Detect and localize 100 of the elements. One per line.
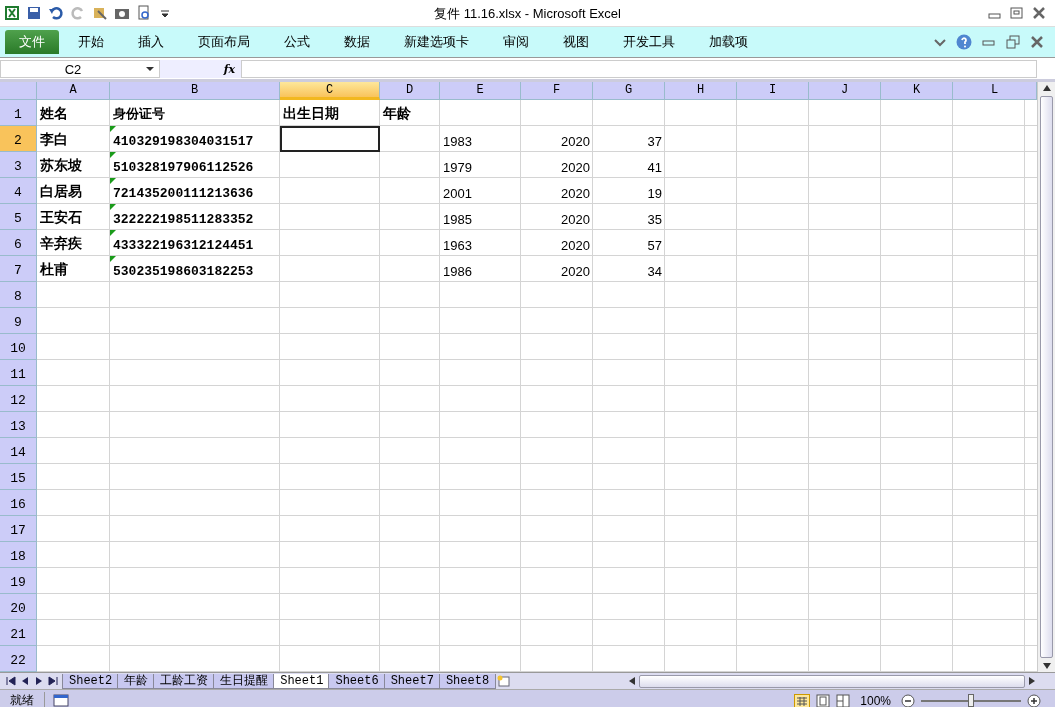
table-cell: 57 [647,238,662,253]
last-sheet-icon[interactable] [48,676,58,686]
table-cell: 2020 [561,134,590,149]
table-cell: 2020 [561,160,590,175]
help-icon[interactable] [956,34,973,50]
column-header[interactable]: C [280,82,380,100]
insert-function-button[interactable]: fx [223,62,235,76]
ribbon-tab[interactable]: 公式 [269,30,325,54]
row-header[interactable]: 16 [0,490,37,516]
row-header[interactable]: 10 [0,334,37,360]
restore-icon[interactable] [1005,34,1021,50]
table-cell: 2020 [561,186,590,201]
sheet-tab[interactable]: Sheet7 [383,673,441,689]
row-header[interactable]: 2 [0,126,37,152]
scroll-left-icon[interactable] [627,676,637,686]
table-cell: 杜甫 [40,261,68,279]
row-header[interactable]: 11 [0,360,37,386]
table-cell: 出生日期 [283,105,339,123]
formula-input[interactable] [241,60,1037,78]
table-cell: 2020 [561,264,590,279]
save-icon[interactable] [26,5,42,21]
file-tab[interactable]: 文件 [5,30,59,54]
ribbon-tab[interactable]: 开始 [63,30,119,54]
table-cell: 530235198603182253 [113,264,254,279]
first-sheet-icon[interactable] [6,676,16,686]
sheet-tab[interactable]: Sheet8 [438,673,497,689]
column-header[interactable]: E [440,82,521,100]
horizontal-scrollbar[interactable] [627,674,1037,688]
name-box[interactable]: C2 [0,60,160,78]
row-header[interactable]: 18 [0,542,37,568]
zoom-out-icon[interactable] [901,693,915,707]
row-header[interactable]: 19 [0,568,37,594]
zoom-level[interactable]: 100% [860,693,891,707]
row-header[interactable]: 9 [0,308,37,334]
excel-logo-icon[interactable] [4,5,20,21]
table-cell: 王安石 [40,209,82,227]
row-header[interactable]: 17 [0,516,37,542]
page-layout-icon[interactable] [816,693,831,707]
maximize-icon[interactable] [1009,5,1025,21]
column-header[interactable]: K [881,82,953,100]
macro-record-icon[interactable] [53,693,69,707]
undo-icon[interactable] [48,5,64,21]
column-header[interactable]: G [593,82,665,100]
column-header[interactable]: I [737,82,809,100]
row-header[interactable]: 1 [0,100,37,126]
active-cell[interactable] [280,126,380,152]
ribbon-tab[interactable]: 视图 [548,30,604,54]
ribbon-tab[interactable]: 数据 [329,30,385,54]
normal-view-icon[interactable] [794,693,811,707]
row-header[interactable]: 3 [0,152,37,178]
tools-icon[interactable] [92,5,108,21]
row-header[interactable]: 21 [0,620,37,646]
row-header[interactable]: 13 [0,412,37,438]
column-header[interactable]: J [809,82,881,100]
ribbon-tab[interactable]: 开发工具 [608,30,690,54]
ribbon-tab[interactable]: 审阅 [488,30,544,54]
column-header[interactable]: A [37,82,110,100]
table-cell: 1979 [443,160,472,175]
row-header[interactable]: 14 [0,438,37,464]
table-cell: 19 [647,186,662,201]
column-header[interactable]: B [110,82,280,100]
close-icon[interactable] [1031,5,1047,21]
row-header[interactable]: 4 [0,178,37,204]
column-header[interactable]: L [953,82,1037,100]
print-preview-icon[interactable] [136,5,152,21]
sheet-tab[interactable]: 年龄 [117,673,156,689]
ribbon-tab[interactable]: 页面布局 [183,30,265,54]
table-cell: 410329198304031517 [113,134,254,149]
zoom-slider-thumb[interactable] [968,693,974,707]
sheet-tab[interactable]: 生日提醒 [213,673,276,689]
sheet-tab[interactable]: 工龄工资 [153,673,216,689]
sheet-tab[interactable]: Sheet2 [62,673,120,689]
sheet-tab[interactable]: Sheet1 [273,673,331,689]
row-header[interactable]: 12 [0,386,37,412]
table-cell: 李白 [40,131,68,149]
row-header[interactable]: 20 [0,594,37,620]
table-cell: 1986 [443,264,472,279]
ribbon-tab[interactable]: 加载项 [694,30,763,54]
vertical-scrollbar[interactable] [1037,82,1055,672]
row-header[interactable]: 22 [0,646,37,672]
row-header[interactable]: 7 [0,256,37,282]
sheet-tab[interactable]: Sheet6 [328,673,386,689]
row-header[interactable]: 5 [0,204,37,230]
next-sheet-icon[interactable] [34,676,44,686]
scroll-right-icon[interactable] [1027,676,1037,686]
page-break-icon[interactable] [836,693,851,707]
ribbon-tab[interactable]: 插入 [123,30,179,54]
zoom-in-icon[interactable] [1027,693,1041,707]
column-header[interactable]: F [521,82,593,100]
ribbon-tab[interactable]: 新建选项卡 [389,30,484,54]
previous-sheet-icon[interactable] [20,676,30,686]
row-header[interactable]: 8 [0,282,37,308]
row-header[interactable]: 15 [0,464,37,490]
table-cell: 1985 [443,212,472,227]
column-header[interactable]: D [380,82,440,100]
close-icon[interactable] [1029,34,1045,50]
column-header[interactable]: H [665,82,737,100]
row-header[interactable]: 6 [0,230,37,256]
table-cell: 37 [647,134,662,149]
table-cell: 721435200111213636 [113,186,254,201]
